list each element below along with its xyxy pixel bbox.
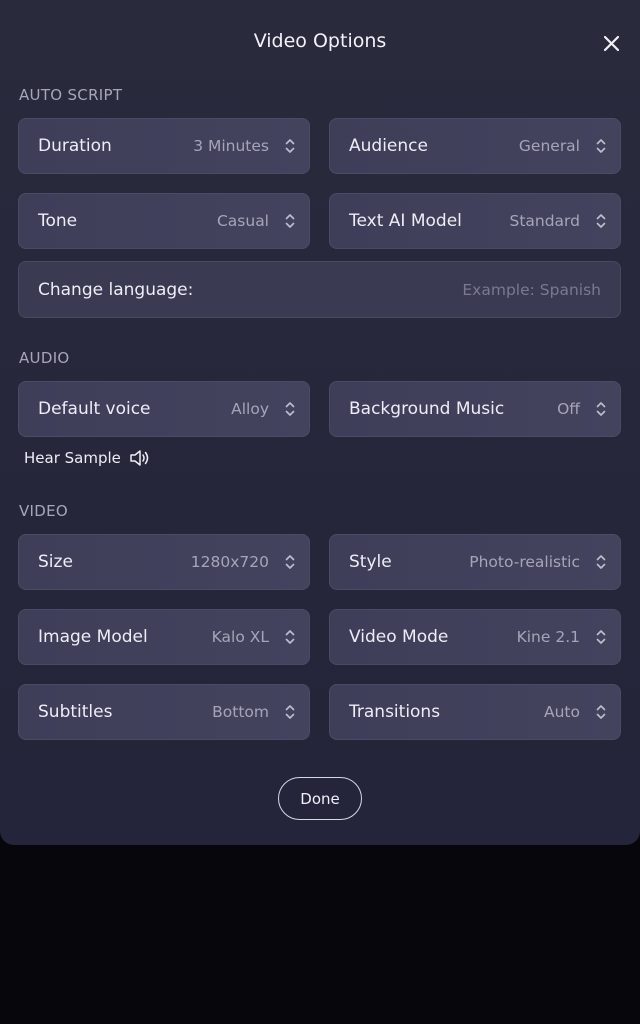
change-language-field: Change language: [18,261,621,318]
chevron-up-down-icon [285,630,295,644]
size-label: Size [38,552,73,572]
text-ai-model-label: Text AI Model [349,211,462,231]
background-music-select[interactable]: Background Music Off [329,381,621,437]
chevron-up-down-icon [596,214,606,228]
style-select[interactable]: Style Photo-realistic [329,534,621,590]
hear-sample-button[interactable]: Hear Sample [24,447,151,469]
chevron-up-down-icon [596,402,606,416]
text-ai-model-value: Standard [509,212,580,230]
video-options-modal: Video Options AUTO SCRIPT Duration 3 Min… [0,0,640,845]
default-voice-select[interactable]: Default voice Alloy [18,381,310,437]
section-label-video: VIDEO [19,502,69,520]
video-mode-label: Video Mode [349,627,449,647]
subtitles-select[interactable]: Subtitles Bottom [18,684,310,740]
chevron-up-down-icon [596,705,606,719]
tone-select[interactable]: Tone Casual [18,193,310,249]
chevron-up-down-icon [285,214,295,228]
tone-value: Casual [216,212,269,230]
hear-sample-label: Hear Sample [24,449,121,467]
video-mode-value: Kine 2.1 [516,628,580,646]
audience-value: General [518,137,580,155]
modal-title: Video Options [253,30,387,52]
chevron-up-down-icon [285,402,295,416]
audience-select[interactable]: Audience General [329,118,621,174]
change-language-label: Change language: [38,279,194,300]
video-mode-select[interactable]: Video Mode Kine 2.1 [329,609,621,665]
chevron-up-down-icon [596,555,606,569]
section-label-auto-script: AUTO SCRIPT [19,86,123,104]
chevron-up-down-icon [285,139,295,153]
style-value: Photo-realistic [469,553,580,571]
tone-label: Tone [38,211,78,231]
speaker-icon [130,450,149,466]
chevron-up-down-icon [596,139,606,153]
default-voice-value: Alloy [231,400,269,418]
duration-select[interactable]: Duration 3 Minutes [18,118,310,174]
image-model-select[interactable]: Image Model Kalo XL [18,609,310,665]
subtitles-value: Bottom [212,703,269,721]
section-label-audio: AUDIO [19,349,70,367]
transitions-label: Transitions [349,702,441,722]
text-ai-model-select[interactable]: Text AI Model Standard [329,193,621,249]
subtitles-label: Subtitles [38,702,113,722]
done-button[interactable]: Done [278,777,362,820]
image-model-value: Kalo XL [211,628,269,646]
background-music-value: Off [557,400,580,418]
duration-value: 3 Minutes [193,137,269,155]
chevron-up-down-icon [285,705,295,719]
duration-label: Duration [38,136,112,156]
size-value: 1280x720 [190,553,269,571]
chevron-up-down-icon [596,630,606,644]
modal-header: Video Options [0,0,640,84]
chevron-up-down-icon [285,555,295,569]
background-music-label: Background Music [349,399,505,419]
transitions-value: Auto [544,703,580,721]
audience-label: Audience [349,136,428,156]
close-button[interactable] [598,30,624,56]
close-icon [603,35,619,51]
change-language-input[interactable] [301,280,601,299]
style-label: Style [349,552,392,572]
default-voice-label: Default voice [38,399,151,419]
transitions-select[interactable]: Transitions Auto [329,684,621,740]
image-model-label: Image Model [38,627,148,647]
size-select[interactable]: Size 1280x720 [18,534,310,590]
